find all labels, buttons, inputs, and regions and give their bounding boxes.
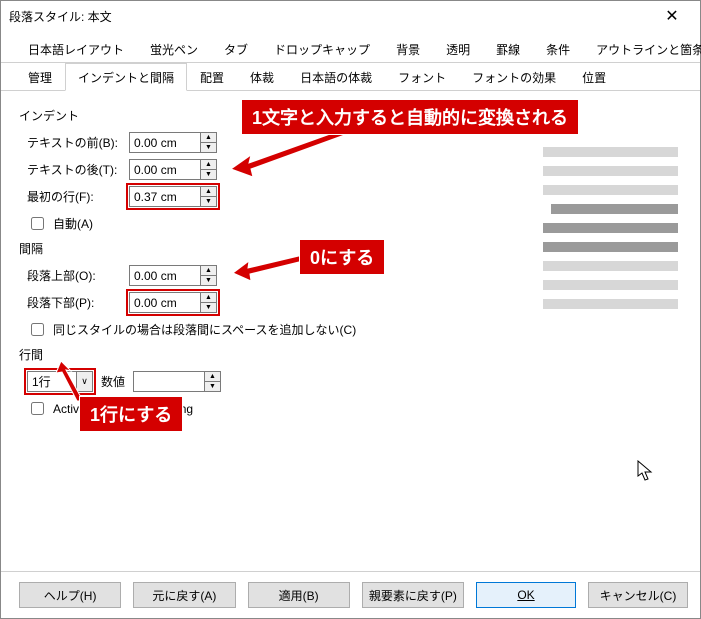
down-icon[interactable]: ▼ [201,143,216,152]
tab-日本語の体裁[interactable]: 日本語の体裁 [287,63,385,91]
first-line-label: 最初の行(F): [19,188,129,205]
callout-oneline: 1行にする [79,396,183,432]
cancel-button[interactable]: キャンセル(C) [588,582,688,608]
tab-タブ[interactable]: タブ [211,35,261,63]
tab-ドロップキャップ[interactable]: ドロップキャップ [261,35,383,63]
down-icon[interactable]: ▼ [201,303,216,312]
tab-蛍光ペン[interactable]: 蛍光ペン [137,35,211,63]
tab-インデントと間隔[interactable]: インデントと間隔 [65,63,187,91]
down-icon[interactable]: ▼ [201,276,216,285]
tab-日本語レイアウト[interactable]: 日本語レイアウト [15,35,137,63]
tab-フォントの効果[interactable]: フォントの効果 [459,63,569,91]
down-icon[interactable]: ▼ [205,382,220,391]
after-label: テキストの後(T): [19,161,129,178]
tab-体裁[interactable]: 体裁 [237,63,287,91]
below-label: 段落下部(P): [19,294,129,311]
tab-透明[interactable]: 透明 [433,35,483,63]
reset-button[interactable]: 元に戻す(A) [133,582,235,608]
first-line-spinner[interactable]: ▲▼ [129,186,217,207]
up-icon[interactable]: ▲ [201,293,216,303]
nospace-label: 同じスタイルの場合は段落間にスペースを追加しない(C) [53,321,356,338]
apply-button[interactable]: 適用(B) [248,582,350,608]
up-icon[interactable]: ▲ [201,266,216,276]
numval-label: 数値 [101,373,125,390]
nospace-checkbox[interactable] [31,323,44,336]
tab-背景[interactable]: 背景 [383,35,433,63]
below-spinner[interactable]: ▲▼ [129,292,217,313]
auto-label: 自動(A) [53,215,93,232]
above-spinner[interactable]: ▲▼ [129,265,217,286]
before-label: テキストの前(B): [19,134,129,151]
up-icon[interactable]: ▲ [201,187,216,197]
callout-zero: 0にする [299,239,385,275]
auto-checkbox[interactable] [31,217,44,230]
above-label: 段落上部(O): [19,267,129,284]
tab-アウトラインと箇条書き[interactable]: アウトラインと箇条書き [583,35,701,63]
numval-spinner[interactable]: ▲▼ [133,371,221,392]
parent-button[interactable]: 親要素に戻す(P) [362,582,464,608]
after-input[interactable] [130,160,200,179]
above-input[interactable] [130,266,200,285]
up-icon[interactable]: ▲ [205,372,220,382]
down-icon[interactable]: ▼ [201,197,216,206]
after-spinner[interactable]: ▲▼ [129,159,217,180]
up-icon[interactable]: ▲ [201,160,216,170]
tab-条件[interactable]: 条件 [533,35,583,63]
first-line-input[interactable] [130,187,200,206]
tab-罫線[interactable]: 罫線 [483,35,533,63]
down-icon[interactable]: ▼ [201,170,216,179]
close-icon[interactable]: ✕ [652,6,692,26]
ok-button[interactable]: OK [476,582,576,608]
tab-位置[interactable]: 位置 [569,63,619,91]
below-input[interactable] [130,293,200,312]
mouse-cursor [637,460,655,482]
before-input[interactable] [130,133,200,152]
tab-配置[interactable]: 配置 [187,63,237,91]
leading-heading: 行間 [19,346,682,363]
up-icon[interactable]: ▲ [201,133,216,143]
help-button[interactable]: ヘルプ(H) [19,582,121,608]
preview-pane [543,147,678,318]
before-spinner[interactable]: ▲▼ [129,132,217,153]
tab-フォント[interactable]: フォント [385,63,459,91]
pagespacing-checkbox[interactable] [31,402,44,415]
window-title: 段落スタイル: 本文 [9,8,652,25]
callout-firstline: 1文字と入力すると自動的に変換される [241,99,579,135]
tab-管理[interactable]: 管理 [15,63,65,91]
numval-input[interactable] [134,372,204,391]
